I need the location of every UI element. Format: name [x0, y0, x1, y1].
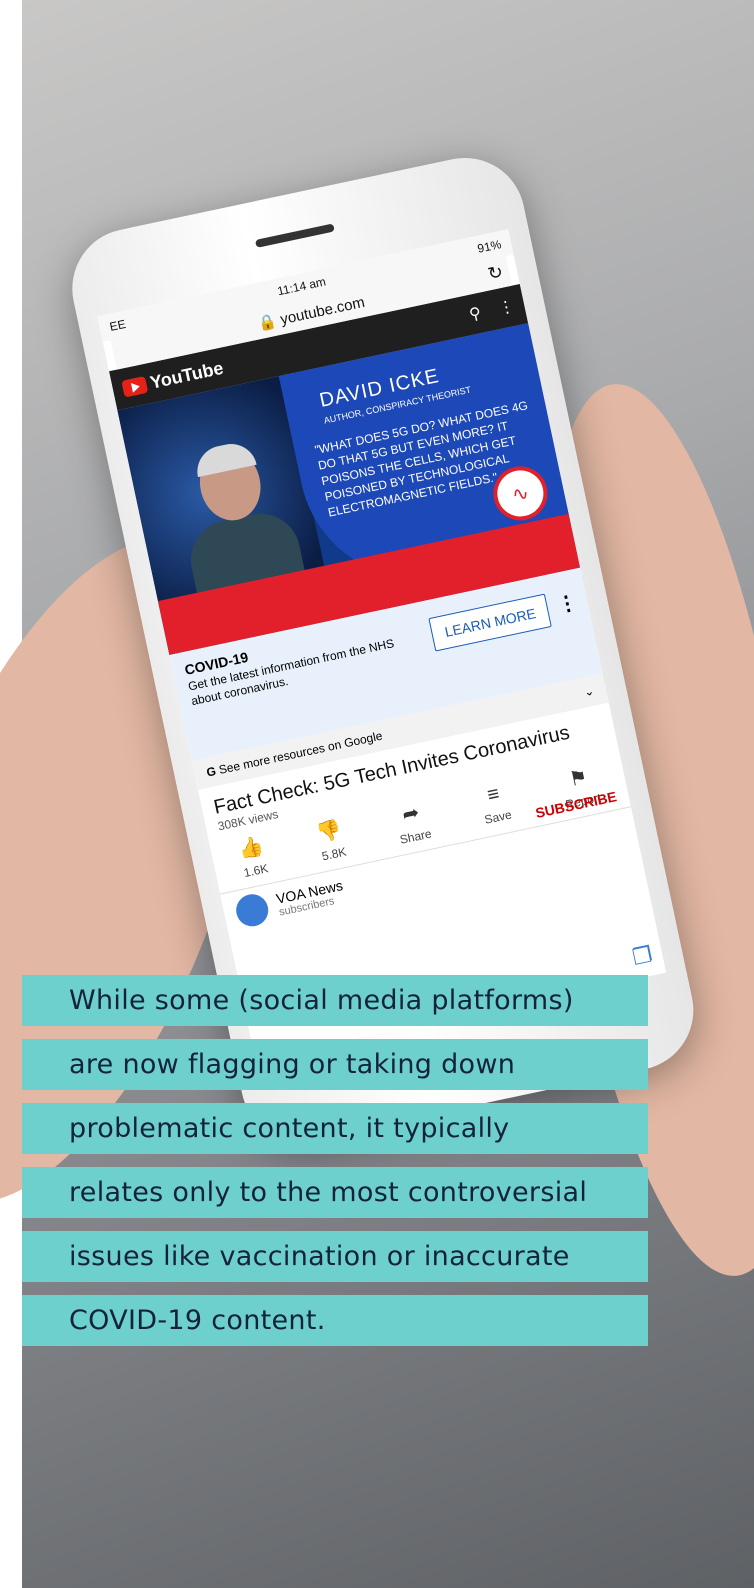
caption-line: While some (social media platforms) — [22, 975, 648, 1026]
youtube-logo-text: YouTube — [148, 357, 226, 393]
caption-line: COVID-19 content. — [22, 1295, 648, 1346]
thumbs-up-icon: 👍 — [236, 834, 266, 862]
caption-line: issues like vaccination or inaccurate — [22, 1231, 648, 1282]
caption-line: relates only to the most controversial — [22, 1167, 648, 1218]
search-icon[interactable]: ⚲ — [467, 303, 483, 325]
more-vert-icon[interactable]: ⋮ — [496, 296, 516, 319]
more-vert-icon[interactable]: ⋮ — [555, 589, 580, 618]
youtube-play-icon — [121, 375, 149, 398]
save-label: Save — [483, 807, 513, 827]
dislike-count: 5.8K — [320, 844, 348, 864]
dislike-button[interactable]: 👎 5.8K — [314, 816, 348, 864]
caption-line: are now flagging or taking down — [22, 1039, 648, 1090]
playlist-add-icon: ≡ — [485, 782, 502, 807]
phone-speaker — [254, 223, 335, 248]
chevron-down-icon[interactable]: ⌄ — [583, 684, 596, 700]
thumbs-down-icon: 👎 — [314, 818, 344, 845]
battery-label: 91% — [476, 237, 503, 256]
like-count: 1.6K — [242, 861, 270, 881]
reload-icon[interactable]: ↻ — [486, 261, 505, 285]
share-button[interactable]: ➦ Share — [393, 798, 433, 847]
tabs-icon[interactable]: ❐ — [630, 941, 655, 971]
share-icon: ➦ — [400, 801, 422, 827]
like-button[interactable]: 👍 1.6K — [236, 833, 270, 881]
phone-screen: EE 11:14 am 91% 🔒 youtube.com ↻ YouTube … — [97, 229, 667, 1060]
carrier-label: EE — [108, 316, 127, 334]
google-icon: G — [205, 763, 218, 780]
save-button[interactable]: ≡ Save — [478, 781, 514, 829]
share-label: Share — [398, 826, 433, 847]
caption-block: While some (social media platforms) are … — [22, 975, 648, 1359]
channel-avatar[interactable] — [233, 891, 272, 930]
caption-line: problematic content, it typically — [22, 1103, 648, 1154]
flag-icon: ⚑ — [567, 765, 590, 792]
